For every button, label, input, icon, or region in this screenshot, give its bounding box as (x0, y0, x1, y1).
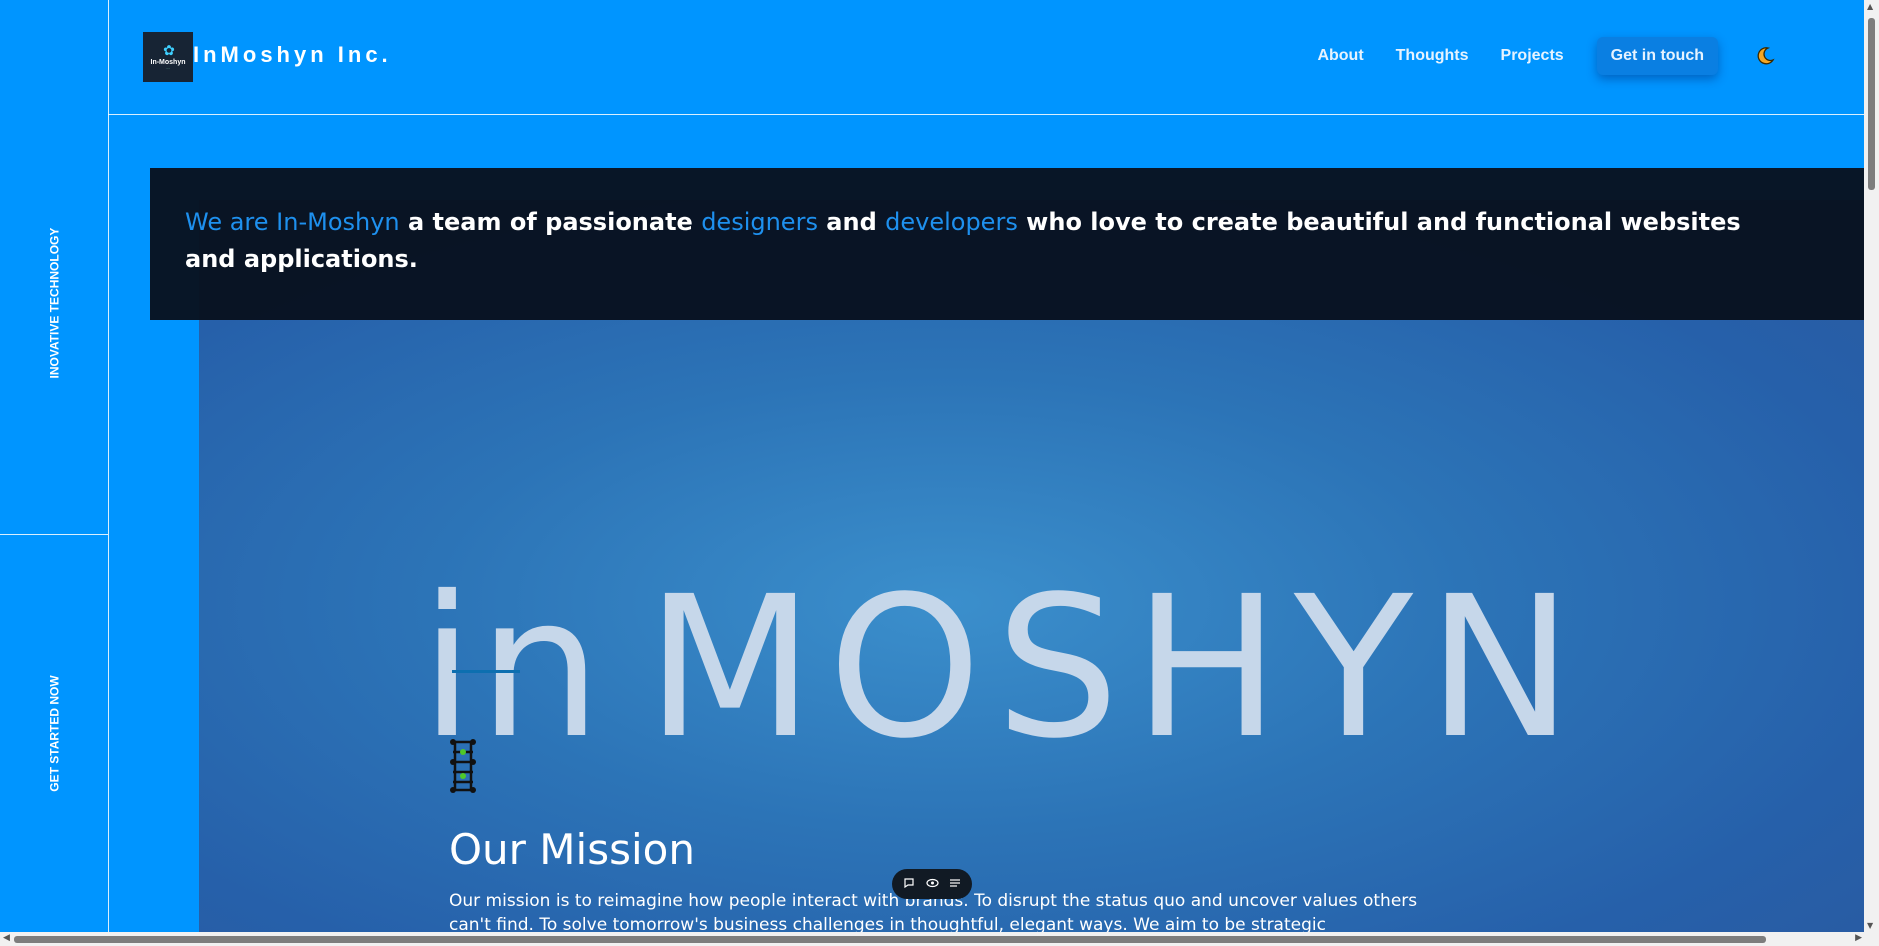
intro-banner: We are In-Moshyn a team of passionate de… (150, 168, 1864, 320)
intro-text: We are In-Moshyn a team of passionate de… (185, 208, 1741, 273)
get-in-touch-button[interactable]: Get in touch (1596, 37, 1718, 75)
list-icon[interactable] (949, 877, 961, 892)
accent-line (452, 670, 520, 673)
main-nav: About Thoughts Projects Get in touch (1285, 37, 1776, 75)
logo-mark-icon: ✿ (163, 42, 175, 59)
ladder-icon (449, 738, 477, 798)
nav-about[interactable]: About (1317, 47, 1363, 65)
mission-title: Our Mission (449, 825, 695, 874)
nav-projects[interactable]: Projects (1501, 47, 1564, 65)
scroll-left-icon[interactable]: ◀ (3, 933, 10, 943)
hero-logo-wordmark: in MOSHYN (420, 554, 1587, 781)
eye-icon[interactable] (925, 877, 939, 892)
scroll-down-icon[interactable]: ▼ (1867, 921, 1873, 930)
scroll-up-icon[interactable]: ▲ (1867, 2, 1873, 11)
vertical-scroll-thumb[interactable] (1868, 18, 1875, 190)
vertical-scrollbar[interactable]: ▲ ▼ (1864, 0, 1879, 932)
intro-highlight-developers: developers (885, 208, 1018, 236)
brand-name[interactable]: InMoshyn Inc. (193, 42, 392, 68)
logo-text: In-Moshyn (150, 58, 186, 66)
site-header: ✿ In-Moshyn ····· InMoshyn Inc. About Th… (108, 0, 1864, 115)
comment-icon[interactable] (903, 877, 915, 892)
rail-get-started-link[interactable]: GET STARTED NOW (47, 674, 64, 794)
intro-highlight-brand: We are In-Moshyn (185, 208, 400, 236)
moon-icon[interactable] (1754, 45, 1776, 67)
rail-divider (0, 534, 108, 535)
nav-thoughts[interactable]: Thoughts (1396, 47, 1469, 65)
rail-innovative-technology: INOVATIVE TECHNOLOGY (47, 227, 62, 379)
intro-highlight-designers: designers (701, 208, 818, 236)
scroll-right-icon[interactable]: ▶ (1855, 933, 1862, 943)
logo[interactable]: ✿ In-Moshyn ····· (143, 32, 193, 82)
floating-toolbar (892, 869, 972, 899)
horizontal-scroll-thumb[interactable] (14, 936, 1766, 943)
horizontal-scrollbar[interactable]: ◀ ▶ (0, 932, 1879, 946)
logo-tagline: ····· (165, 65, 171, 70)
